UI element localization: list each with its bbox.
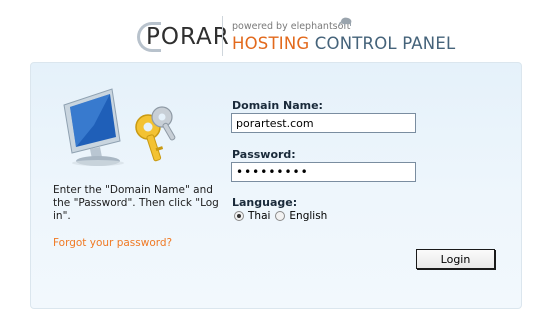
language-thai-label[interactable]: Thai (248, 210, 270, 222)
porar-logo-text: PORAR (146, 24, 230, 50)
product-title-part1: HOSTING (232, 34, 310, 53)
product-title: HOSTING CONTROL PANEL (232, 34, 455, 53)
powered-by-text: powered by elephantsoft (232, 21, 351, 32)
language-radio-group: Thai English (234, 210, 332, 222)
login-button[interactable]: Login (416, 249, 495, 269)
radio-selected-dot (237, 214, 241, 218)
password-label: Password: (232, 148, 296, 161)
elephant-icon (339, 17, 352, 26)
login-instructions: Enter the "Domain Name" and the "Passwor… (53, 184, 219, 222)
language-thai-radio[interactable] (234, 211, 244, 221)
domain-name-input[interactable] (231, 113, 416, 133)
domain-name-label: Domain Name: (232, 99, 323, 112)
product-title-part2: CONTROL PANEL (314, 34, 456, 53)
language-english-label[interactable]: English (289, 210, 327, 222)
computer-keys-icon (63, 88, 176, 166)
brand-header: PORAR powered by elephantsoft HOSTING CO… (0, 14, 551, 58)
password-input[interactable] (231, 162, 416, 182)
language-english-radio[interactable] (275, 211, 286, 221)
forgot-password-link[interactable]: Forgot your password? (53, 237, 172, 249)
brand-divider (222, 16, 223, 56)
language-label: Language: (232, 196, 298, 209)
